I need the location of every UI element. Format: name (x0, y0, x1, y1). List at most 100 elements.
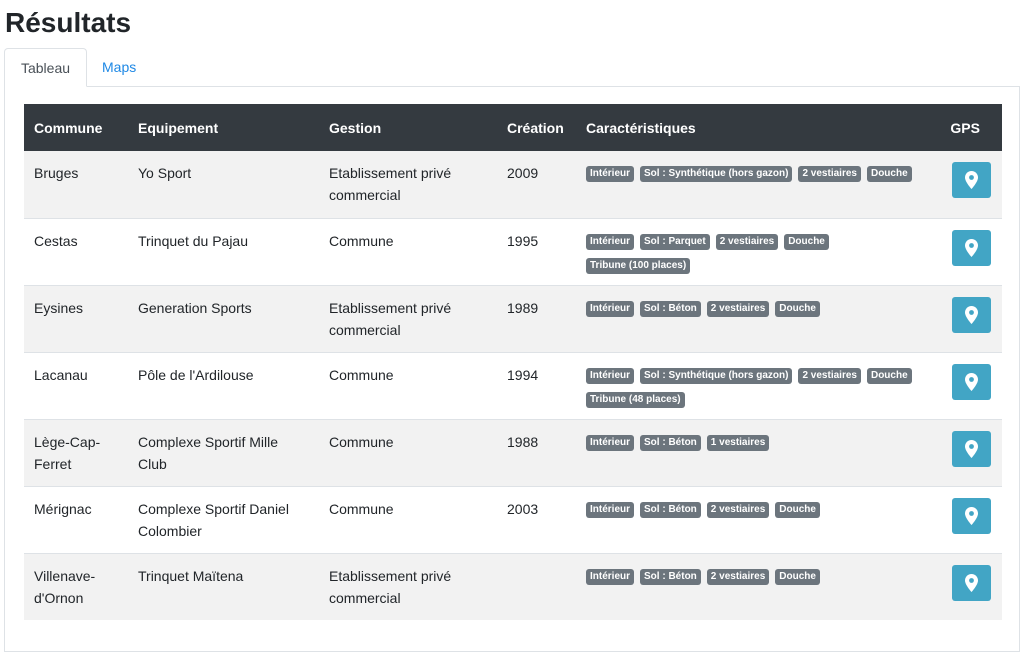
cell-gps (937, 151, 1002, 218)
table-row: Mérignac Complexe Sportif Daniel Colombie… (24, 485, 1002, 553)
cell-caracteristiques: Intérieur Sol : Synthétique (hors gazon) 2… (576, 351, 937, 419)
cell-gestion: Etablissement privé commercial (329, 165, 452, 203)
feature-badge: Intérieur (586, 568, 635, 585)
cell-commune: Eysines (24, 284, 128, 352)
tab-bar: Tableau Maps (4, 48, 1020, 87)
feature-badge: 2 vestiaires (715, 233, 779, 250)
cell-gestion: Commune (319, 351, 497, 419)
column-header-commune[interactable]: Commune (24, 104, 128, 151)
cell-equipement: Complexe Sportif Daniel Colombier (128, 485, 319, 553)
cell-caracteristiques: Intérieur Sol : Béton 1 vestiaires (576, 418, 937, 486)
map-marker-icon (965, 171, 978, 189)
feature-badge: Sol : Béton (640, 300, 701, 317)
gps-button[interactable] (952, 229, 991, 266)
tab-tableau[interactable]: Tableau (4, 48, 87, 87)
cell-gps (937, 418, 1002, 486)
feature-badge: Intérieur (586, 501, 635, 518)
tab-panel-tableau: Commune Equipement Gestion Création Cara… (4, 86, 1020, 652)
feature-badge: 2 vestiaires (706, 568, 770, 585)
cell-gps (937, 485, 1002, 553)
feature-badge: Sol : Béton (640, 434, 701, 451)
gps-button[interactable] (952, 363, 991, 400)
cell-commune: Mérignac (24, 485, 128, 553)
map-marker-icon (965, 573, 978, 592)
cell-caracteristiques: Intérieur Sol : Synthétique (hors gazon) 2… (576, 151, 937, 218)
feature-badge: Tribune (48 places) (586, 391, 685, 408)
cell-gestion: Commune (319, 217, 497, 285)
page-title: Résultats (5, 7, 132, 38)
cell-equipement: Yo Sport (138, 165, 192, 181)
feature-badge: Douche (775, 568, 820, 585)
cell-equipement: Pôle de l'Ardilouse (128, 351, 319, 419)
table-row: Lacanau Pôle de l'Ardilouse Commune 1994 Int… (24, 351, 1002, 419)
gps-button[interactable] (952, 296, 991, 333)
cell-creation: 2003 (497, 485, 576, 553)
feature-badge: 1 vestiaires (706, 434, 770, 451)
feature-badge: 2 vestiaires (706, 300, 770, 317)
column-header-equipement[interactable]: Equipement (128, 104, 319, 151)
feature-badge: Intérieur (586, 166, 635, 182)
cell-gps (937, 217, 1002, 285)
map-marker-icon (965, 238, 978, 257)
cell-caracteristiques: Intérieur Sol : Parquet 2 vestiaires Douche… (576, 217, 937, 285)
cell-creation: 1988 (497, 418, 576, 486)
cell-caracteristiques: Intérieur Sol : Béton 2 vestiaires Douche (576, 284, 937, 352)
cell-commune: Villenave-d'Ornon (24, 552, 128, 620)
table-header: Commune Equipement Gestion Création Cara… (24, 104, 1002, 151)
table-row: Lège-Cap-Ferret Complexe Sportif Mille Cl… (24, 418, 1002, 486)
column-header-creation[interactable]: Création (497, 104, 576, 151)
results-table: Commune Equipement Gestion Création Cara… (24, 104, 1002, 620)
table-row: Bruges Yo Sport Etablissement privé commer… (24, 151, 1002, 218)
cell-caracteristiques: Intérieur Sol : Béton 2 vestiaires Douche (576, 485, 937, 553)
table-row: Cestas Trinquet du Pajau Commune 1995 Intéri… (24, 217, 1002, 285)
table-body: Bruges Yo Sport Etablissement privé commer… (24, 151, 1002, 620)
cell-gestion: Commune (319, 485, 497, 553)
cell-gestion: Etablissement privé commercial (319, 552, 497, 620)
cell-gestion: Commune (319, 418, 497, 486)
table-row: Villenave-d'Ornon Trinquet Maïtena Etablis… (24, 552, 1002, 620)
cell-gps (937, 351, 1002, 419)
feature-badge: Sol : Béton (640, 568, 701, 585)
feature-badge: Intérieur (586, 300, 635, 317)
feature-badge: Douche (775, 501, 820, 518)
gps-button[interactable] (952, 497, 991, 534)
tab-maps[interactable]: Maps (87, 48, 151, 86)
results-page: Résultats Tableau Maps Commune Equipemen… (0, 0, 1024, 658)
cell-gps (937, 284, 1002, 352)
cell-creation: 2009 (507, 165, 539, 181)
gps-button[interactable] (952, 162, 991, 198)
cell-equipement: Trinquet du Pajau (128, 217, 319, 285)
feature-badge: Intérieur (586, 367, 635, 384)
cell-commune: Bruges (34, 165, 79, 181)
feature-badge: Sol : Parquet (640, 233, 710, 250)
cell-commune: Cestas (24, 217, 128, 285)
feature-badge: Intérieur (586, 434, 635, 451)
cell-equipement: Generation Sports (128, 284, 319, 352)
column-header-gps[interactable]: GPS (937, 104, 1002, 151)
cell-equipement: Trinquet Maïtena (128, 552, 319, 620)
map-marker-icon (965, 305, 978, 324)
cell-equipement: Complexe Sportif Mille Club (128, 418, 319, 486)
feature-badge: Douche (866, 166, 912, 182)
feature-badge: Sol : Béton (640, 501, 701, 518)
cell-caracteristiques: Intérieur Sol : Béton 2 vestiaires Douche (576, 552, 937, 620)
gps-button[interactable] (952, 430, 991, 467)
feature-badge: Douche (784, 233, 829, 250)
feature-badge: Douche (866, 367, 912, 384)
feature-badge: 2 vestiaires (798, 166, 861, 182)
feature-badge: Sol : Synthétique (hors gazon) (640, 166, 793, 182)
map-marker-icon (965, 439, 978, 458)
map-marker-icon (965, 372, 978, 391)
column-header-caracteristiques[interactable]: Caractéristiques (576, 104, 937, 151)
cell-creation: 1994 (497, 351, 576, 419)
feature-badge: Douche (775, 300, 820, 317)
gps-button[interactable] (952, 564, 991, 601)
column-header-gestion[interactable]: Gestion (319, 104, 497, 151)
cell-creation: 1995 (497, 217, 576, 285)
cell-gestion: Etablissement privé commercial (319, 284, 497, 352)
feature-badge: Tribune (100 places) (586, 257, 691, 274)
feature-badge: 2 vestiaires (706, 501, 770, 518)
cell-gps (937, 552, 1002, 620)
cell-commune: Lacanau (24, 351, 128, 419)
cell-creation (497, 552, 576, 620)
